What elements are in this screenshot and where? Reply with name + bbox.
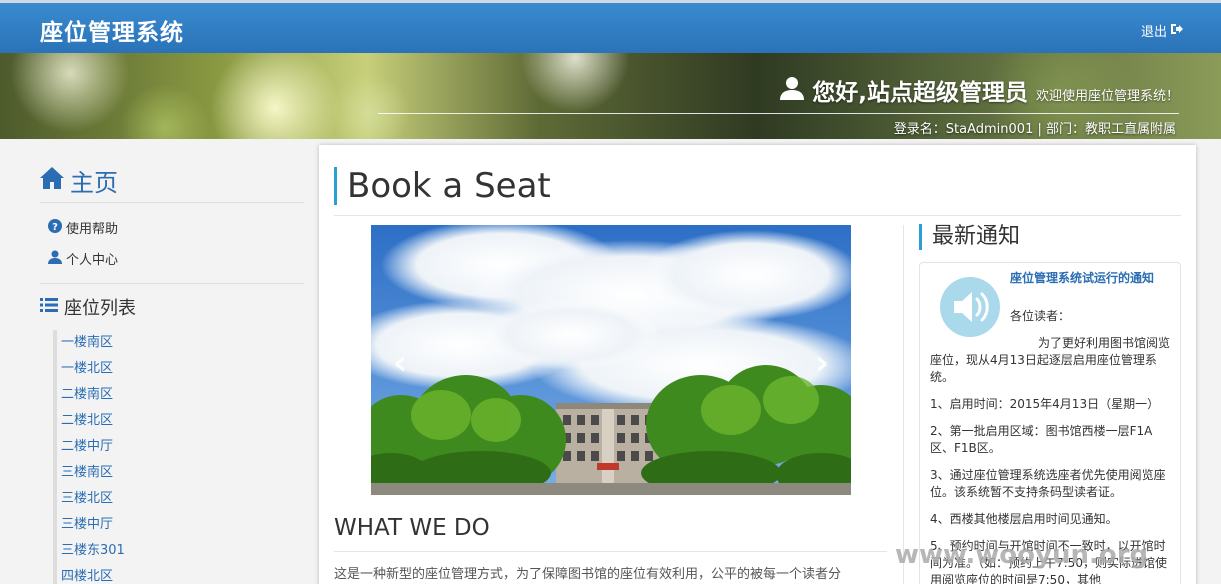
sidebar-item-label: 使用帮助 [66,222,119,237]
welcome-text: 欢迎使用座位管理系统！ [1035,89,1179,104]
carousel-image [371,225,851,495]
seat-area-link[interactable]: 二楼南区 [61,382,305,408]
what-divider [334,551,887,552]
page-title: Book a Seat [334,167,551,205]
title-divider [334,215,1181,216]
notice-headline-link[interactable]: 座位管理系统试运行的通知 [1010,269,1170,287]
home-label: 主页 [70,169,118,197]
carousel-prev-icon[interactable]: ‹ [393,343,407,383]
seat-area-link[interactable]: 二楼北区 [61,408,305,434]
sidebar-divider [40,202,304,203]
notice-paragraph: 2、第一批启用区域：图书馆西楼一层F1A区、F1B区。 [930,424,1153,455]
column-divider [903,225,904,584]
carousel-next-icon[interactable]: › [815,343,829,383]
seat-list-label: 座位列表 [64,298,136,319]
sidebar: 主页 ? 使用帮助 个人中心 座位列表 一楼南区 一楼北区 二楼南区 二楼北区 … [40,139,304,584]
sidebar-divider [40,283,304,284]
image-carousel[interactable]: ‹ › [371,225,851,495]
greeting-text: 您好,站点超级管理员 [812,80,1028,106]
logout-link[interactable]: 退出 [1141,21,1183,40]
user-icon [780,76,805,104]
sidebar-home-link[interactable]: 主页 [40,163,118,198]
seat-area-link[interactable]: 三楼南区 [61,460,305,486]
top-navbar: 座位管理系统 退出 [0,0,1221,53]
sidebar-item-help[interactable]: ? 使用帮助 [48,218,118,237]
home-icon [40,166,64,195]
notice-paragraph: 4、西楼其他楼层启用时间见通知。 [930,512,1118,526]
sidebar-item-profile[interactable]: 个人中心 [48,249,118,268]
logout-label: 退出 [1140,25,1167,40]
notice-paragraph: 为了更好利用图书馆阅览座位，现从4月13日起逐层启用座位管理系统。 [930,336,1171,384]
sidebar-item-label: 个人中心 [66,253,119,268]
seat-area-link[interactable]: 一楼北区 [61,356,305,382]
main-panel: Book a Seat ‹ › WHAT WE DO 这是一种新型的座位管理方式… [319,145,1196,584]
watermark: www.wooyun.org [895,540,1149,570]
question-circle-icon: ? [48,218,62,237]
app-brand[interactable]: 座位管理系统 [40,13,184,47]
seat-list: 一楼南区 一楼北区 二楼南区 二楼北区 二楼中厅 三楼南区 三楼北区 三楼中厅 … [53,330,305,584]
notice-salutation: 各位读者： [1010,309,1071,323]
speaker-icon [940,277,1000,337]
seat-area-link[interactable]: 二楼中厅 [61,434,305,460]
user-icon [48,250,62,268]
notice-paragraph: 3、通过座位管理系统选座者优先使用阅览座位。该系统暂不支持条码型读者证。 [930,468,1166,499]
seat-area-link[interactable]: 四楼北区 [61,564,305,584]
seat-area-link[interactable]: 三楼东301 [61,538,305,564]
list-icon [40,297,58,318]
sign-out-icon [1169,22,1183,40]
seat-area-link[interactable]: 一楼南区 [61,330,305,356]
header-banner: 您好,站点超级管理员 欢迎使用座位管理系统！ 登录名：StaAdmin001 |… [0,53,1221,139]
notice-card: 座位管理系统试运行的通知 各位读者： 为了更好利用图书馆阅览座位，现从4月13日… [919,262,1181,584]
seat-list-heading: 座位列表 [40,294,136,320]
seat-area-link[interactable]: 三楼中厅 [61,512,305,538]
what-we-do-heading: WHAT WE DO [334,515,490,541]
svg-text:?: ? [52,222,58,233]
login-info: 登录名：StaAdmin001 | 部门：教职工直属附属 [893,122,1176,137]
banner-divider [378,113,1179,114]
notice-section-title: 最新通知 [919,224,1020,250]
notice-paragraph: 1、启用时间：2015年4月13日（星期一） [930,397,1160,411]
what-we-do-text: 这是一种新型的座位管理方式，为了保障图书馆的座位有效利用，公平的被每一个读者分 [334,567,842,582]
seat-area-link[interactable]: 三楼北区 [61,486,305,512]
greeting-block: 您好,站点超级管理员 欢迎使用座位管理系统！ [780,73,1179,107]
